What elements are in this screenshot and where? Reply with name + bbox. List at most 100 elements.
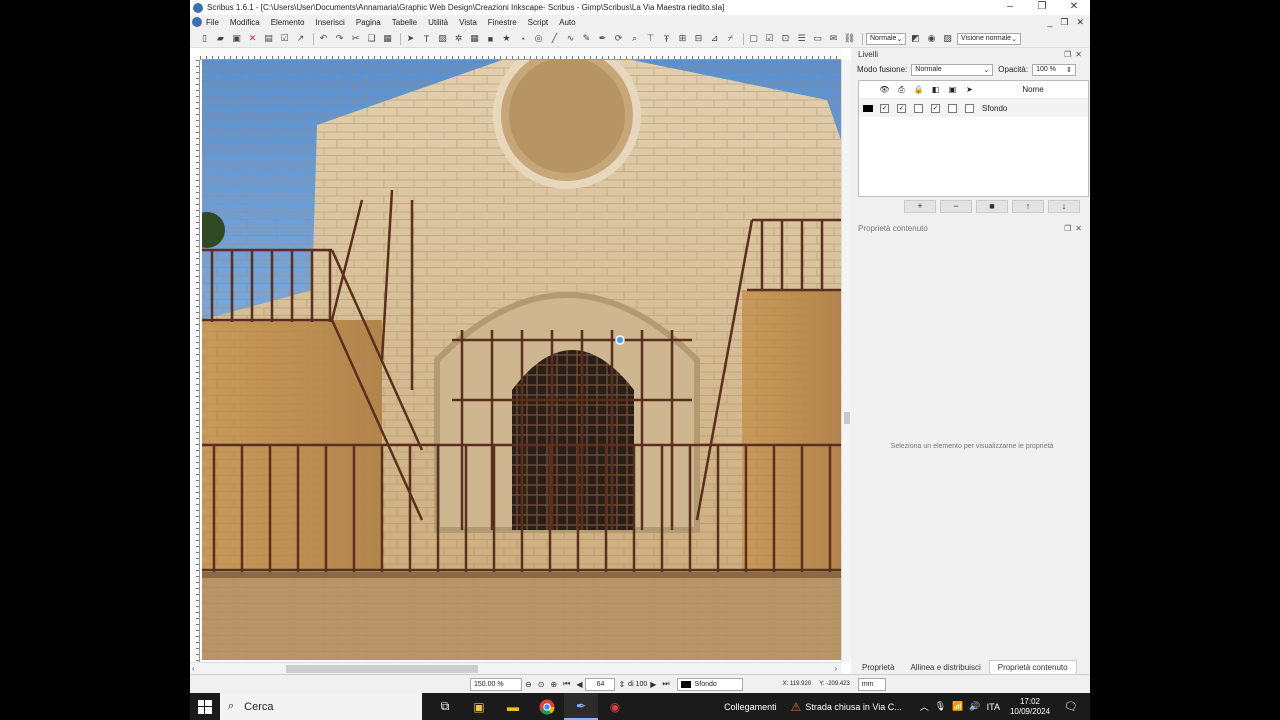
pdf-checkbox-icon[interactable]: ☑ bbox=[763, 32, 776, 45]
first-page-icon[interactable]: ⏮ bbox=[563, 679, 570, 689]
layer-lock-checkbox[interactable] bbox=[910, 103, 927, 113]
tab-align-distribute[interactable]: Allinea e distribuisci bbox=[902, 661, 988, 674]
arc-icon[interactable]: ◔ bbox=[516, 32, 529, 45]
menu-script[interactable]: Script bbox=[528, 18, 548, 27]
doc-close-icon[interactable]: ✕ bbox=[1076, 15, 1084, 29]
links-toolbar[interactable]: Collegamenti bbox=[724, 702, 777, 712]
menu-inserisci[interactable]: Inserisci bbox=[315, 18, 344, 27]
horizontal-scroll-thumb[interactable] bbox=[286, 665, 478, 673]
story-editor-icon[interactable]: Ŧ bbox=[660, 32, 673, 45]
layer-print-checkbox[interactable]: ✓ bbox=[893, 103, 910, 113]
doc-restore-icon[interactable]: ❐ bbox=[1060, 15, 1068, 29]
vertical-ruler[interactable] bbox=[190, 60, 200, 662]
file-explorer-icon[interactable]: ▬ bbox=[496, 693, 530, 720]
duplicate-layer-button[interactable]: ■ bbox=[976, 200, 1008, 213]
menu-utilita[interactable]: Utilità bbox=[428, 18, 448, 27]
menu-tabelle[interactable]: Tabelle bbox=[392, 18, 417, 27]
menu-pagina[interactable]: Pagina bbox=[356, 18, 381, 27]
horizontal-scrollbar[interactable]: ‹ › bbox=[190, 662, 841, 674]
render-frame-icon[interactable]: ✲ bbox=[452, 32, 465, 45]
close-button[interactable]: ✕ bbox=[1058, 0, 1090, 15]
panel-float-close-icons[interactable]: ❐✕ bbox=[1064, 50, 1086, 59]
taskbar-search[interactable]: ⌕ Cerca bbox=[220, 693, 422, 720]
previous-page-icon[interactable]: ◀ bbox=[576, 680, 582, 689]
menu-modifica[interactable]: Modifica bbox=[230, 18, 260, 27]
clock[interactable]: 17:02 10/09/2024 bbox=[1010, 697, 1050, 717]
unlink-frames-icon[interactable]: ⊟ bbox=[692, 32, 705, 45]
freehand-icon[interactable]: ✎ bbox=[580, 32, 593, 45]
pdf-combo-icon[interactable]: ⊡ bbox=[779, 32, 792, 45]
last-page-icon[interactable]: ⏭ bbox=[662, 679, 669, 689]
doc-minimize-icon[interactable]: _ bbox=[1047, 15, 1052, 29]
pdf-button-icon[interactable]: ▢ bbox=[747, 32, 760, 45]
image-mode-select[interactable]: Normale ⌄ bbox=[866, 32, 906, 45]
opacity-field[interactable]: 100 % ⇕ bbox=[1032, 63, 1077, 76]
shape-icon[interactable]: ■ bbox=[484, 32, 497, 45]
chrome-icon[interactable] bbox=[530, 693, 564, 720]
layer-visible-checkbox[interactable]: ✓ bbox=[876, 103, 893, 113]
wifi-icon[interactable]: 📶 bbox=[952, 701, 963, 712]
line-icon[interactable]: ╱ bbox=[548, 32, 561, 45]
menu-finestre[interactable]: Finestre bbox=[488, 18, 517, 27]
language-indicator[interactable]: ITA bbox=[987, 702, 1000, 712]
unit-select[interactable]: mm bbox=[857, 677, 886, 691]
horizontal-ruler[interactable] bbox=[200, 48, 841, 60]
raise-layer-button[interactable]: ↑ bbox=[1012, 200, 1044, 213]
star-icon[interactable]: ★ bbox=[500, 32, 513, 45]
volume-icon[interactable]: 🔊 bbox=[969, 701, 980, 712]
close-document-icon[interactable]: ✕ bbox=[246, 32, 259, 45]
page-image-church[interactable] bbox=[202, 60, 841, 660]
layer-name[interactable]: Sfondo bbox=[978, 104, 1088, 113]
print-icon[interactable]: ▤ bbox=[262, 32, 275, 45]
open-icon[interactable]: ▰ bbox=[214, 32, 227, 45]
pdf-text-field-icon[interactable]: ▭ bbox=[811, 32, 824, 45]
screen-recorder-icon[interactable]: ◉ bbox=[598, 693, 632, 720]
page-stepper-icon[interactable]: ⇕ bbox=[618, 680, 625, 689]
edit-text-icon[interactable]: ⊤ bbox=[644, 32, 657, 45]
next-page-icon[interactable]: ▶ bbox=[650, 680, 656, 689]
text-frame-icon[interactable]: T bbox=[420, 32, 433, 45]
table-icon[interactable]: ▦ bbox=[468, 32, 481, 45]
tray-chevron-up-icon[interactable]: ︿ bbox=[920, 700, 929, 713]
blend-mode-select[interactable]: Normale ⌄ bbox=[911, 63, 994, 76]
layer-select-checkbox[interactable] bbox=[961, 103, 978, 113]
pdf-list-icon[interactable]: ☰ bbox=[795, 32, 808, 45]
notification-center-icon[interactable]: 🗨 bbox=[1064, 700, 1078, 713]
microphone-icon[interactable]: 🎙 bbox=[935, 701, 946, 712]
menu-file[interactable]: File bbox=[206, 18, 219, 27]
news-notification[interactable]: Strada chiusa in Via C... bbox=[805, 702, 901, 712]
pdf-link-icon[interactable]: ⛓ bbox=[843, 32, 856, 45]
menu-auto[interactable]: Auto bbox=[559, 18, 575, 27]
eyedropper-icon[interactable]: ⌿ bbox=[724, 32, 737, 45]
edit-in-preview-icon[interactable]: ▨ bbox=[941, 32, 954, 45]
bezier-icon[interactable]: ∿ bbox=[564, 32, 577, 45]
paste-icon[interactable]: ▦ bbox=[381, 32, 394, 45]
zoom-field[interactable]: 150.00 % bbox=[470, 677, 522, 691]
vertical-scroll-thumb[interactable] bbox=[844, 412, 850, 424]
redo-icon[interactable]: ↷ bbox=[333, 32, 346, 45]
scribus-taskbar-icon[interactable]: ✒ bbox=[564, 693, 598, 720]
windows-start-icon[interactable] bbox=[190, 693, 220, 720]
save-icon[interactable]: ▣ bbox=[230, 32, 243, 45]
rotate-icon[interactable]: ⟳ bbox=[612, 32, 625, 45]
zoom-icon[interactable]: ⌕ bbox=[628, 32, 641, 45]
media-app-icon[interactable]: ▣ bbox=[462, 693, 496, 720]
layer-row[interactable]: ✓ ✓ ✓ Sfondo bbox=[859, 99, 1088, 117]
color-management-icon[interactable]: ◩ bbox=[909, 32, 922, 45]
layer-color[interactable] bbox=[859, 104, 876, 112]
calligraphic-icon[interactable]: ✒ bbox=[596, 32, 609, 45]
pdf-annotation-icon[interactable]: ✉ bbox=[827, 32, 840, 45]
layer-select[interactable]: Sfondo bbox=[676, 677, 743, 691]
preflight-icon[interactable]: ☑ bbox=[278, 32, 291, 45]
panel-float-close-icons[interactable]: ❐✕ bbox=[1064, 224, 1086, 233]
view-mode-select[interactable]: Visione normale ⌄ bbox=[957, 32, 1021, 45]
lower-layer-button[interactable]: ↓ bbox=[1048, 200, 1080, 213]
new-document-icon[interactable]: ▯ bbox=[198, 32, 211, 45]
page-number-field[interactable]: 64 bbox=[585, 677, 616, 691]
menu-elemento[interactable]: Elemento bbox=[271, 18, 305, 27]
layer-flow-checkbox[interactable]: ✓ bbox=[927, 103, 944, 113]
link-frames-icon[interactable]: ⊞ bbox=[676, 32, 689, 45]
remove-layer-button[interactable]: − bbox=[940, 200, 972, 213]
zoom-100-icon[interactable]: ⊙ bbox=[538, 680, 545, 689]
minimize-button[interactable]: – bbox=[994, 0, 1026, 15]
